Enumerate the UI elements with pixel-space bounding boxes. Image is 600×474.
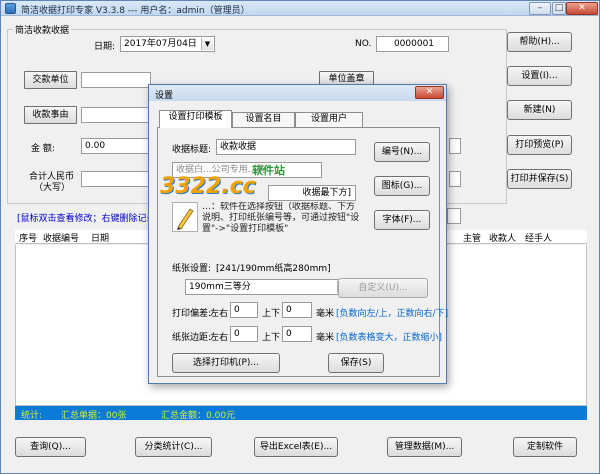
settings-button[interactable]: 设置(I)... <box>507 66 572 86</box>
offset-ud-input[interactable]: 0 <box>282 302 312 318</box>
receipt-title-input[interactable]: 收款收据 <box>216 139 356 155</box>
margin-label: 纸张边距: <box>172 333 212 343</box>
column-header[interactable]: 日期 <box>91 231 109 244</box>
total-amount: 汇总金额：0.00元 <box>161 411 236 421</box>
column-header[interactable]: 序号 <box>19 231 37 244</box>
maximize-button[interactable]: □ <box>552 2 566 15</box>
print-preview-button[interactable]: 打印预览(P) <box>507 135 572 155</box>
date-value: 2017年07月04日 <box>124 39 197 49</box>
date-label: 日期: <box>94 42 116 52</box>
help-button[interactable]: 帮助(H)... <box>507 32 572 52</box>
status-bar: 统计: 汇总单据：00张 汇总金额：0.00元 <box>15 406 587 421</box>
settings-dialog: 设置 ✕ 设置打印模板 设置名目 设置用户 收据标题: 收款收据 编号(N)..… <box>148 84 449 384</box>
column-header[interactable]: 主管 <box>463 231 481 244</box>
close-button[interactable]: ✕ <box>566 2 598 15</box>
payer-button[interactable]: 交款单位 <box>24 71 77 89</box>
column-header[interactable]: 收款人 <box>489 231 516 244</box>
app-icon <box>5 3 16 14</box>
dialog-close-button[interactable]: ✕ <box>415 86 444 99</box>
minimize-button[interactable]: – <box>529 2 551 15</box>
query-button[interactable]: 查询(Q)... <box>15 437 86 457</box>
right-field-2[interactable] <box>449 171 461 187</box>
bottom-text-field[interactable]: 收据最下方] <box>268 185 356 201</box>
amount-label: 金 额: <box>31 144 55 154</box>
new-button[interactable]: 新建(N) <box>507 100 572 120</box>
filter-dropdown[interactable] <box>447 208 461 224</box>
title-bar[interactable]: 简洁收据打印专家 V3.3.8 --- 用户名：admin（管理员） – □ ✕ <box>1 1 599 16</box>
font-button[interactable]: 字体(F)... <box>374 210 430 230</box>
reason-button[interactable]: 收款事由 <box>24 106 77 124</box>
rmb-label-line2: （大写） <box>34 183 71 193</box>
offset-ud-label: 上下 <box>262 309 281 319</box>
export-excel-button[interactable]: 导出Excel表(E)... <box>254 437 338 457</box>
margin-lr-input[interactable]: 0 <box>230 326 258 342</box>
margin-ud-input[interactable]: 0 <box>282 326 312 342</box>
print-offset-label: 打印偏差: <box>172 309 212 319</box>
receipt-group-title: 简洁收款收据 <box>13 23 72 36</box>
watermark-logo: 3322.cc <box>160 174 256 199</box>
payer-input[interactable] <box>81 72 151 88</box>
custom-button[interactable]: 自定义(U)... <box>338 278 428 298</box>
stats-label: 统计: <box>21 411 43 421</box>
icon-button[interactable]: 图标(G)... <box>374 176 430 196</box>
total-count: 汇总单据：00张 <box>61 411 127 421</box>
save-button[interactable]: 保存(S) <box>328 353 384 373</box>
template-note: …：软件在选择按钮（收据标题、下方说明、打印纸张编号等，可通过按钮"设置"->"… <box>202 202 360 234</box>
select-printer-button[interactable]: 选择打印机(P)... <box>172 353 280 373</box>
watermark-subtitle: 软件站 <box>252 164 285 177</box>
tab-set-users[interactable]: 设置用户 <box>295 112 363 127</box>
margin-lr-label: 左右 <box>210 333 229 343</box>
paper-size-select[interactable]: 190mm三等分 ▼ <box>185 279 351 295</box>
offset-lr-label: 左右 <box>210 309 229 319</box>
manage-data-button[interactable]: 管理数据(M)... <box>387 437 462 457</box>
right-field-1[interactable] <box>449 138 461 154</box>
receipt-number-field[interactable]: 0000001 <box>376 36 449 52</box>
window-title: 简洁收据打印专家 V3.3.8 --- 用户名：admin（管理员） <box>21 6 250 16</box>
chevron-down-icon[interactable]: ▼ <box>201 38 213 50</box>
dialog-title-bar[interactable]: 设置 ✕ <box>149 85 446 101</box>
margin-hint: [负数表格变大，正数缩小] <box>336 333 443 343</box>
tab-print-template[interactable]: 设置打印模板 <box>159 110 232 128</box>
rmb-uppercase-field[interactable] <box>81 171 151 187</box>
date-picker[interactable]: 2017年07月04日 ▼ <box>120 36 215 52</box>
receipt-title-label: 收据标题: <box>172 145 212 155</box>
dialog-title: 设置 <box>155 91 174 101</box>
offset-hint: [负数向左/上，正数向右/下] <box>336 309 449 319</box>
reason-input[interactable] <box>81 107 151 123</box>
column-header[interactable]: 经手人 <box>525 231 552 244</box>
print-save-button[interactable]: 打印并保存(S) <box>507 169 572 189</box>
margin-unit-label: 毫米 <box>316 333 335 343</box>
hint-text: [鼠标双击查看修改；右键删除记录 <box>17 214 156 224</box>
site-watermark: 3322.cc 软件站 <box>160 162 285 206</box>
column-header[interactable]: 收据编号 <box>43 231 79 244</box>
paper-size-value: 190mm三等分 <box>189 282 251 292</box>
customize-button[interactable]: 定制软件 <box>513 437 577 457</box>
offset-unit-label: 毫米 <box>316 309 335 319</box>
no-label: NO. <box>355 39 372 49</box>
classify-stats-button[interactable]: 分类统计(C)... <box>135 437 212 457</box>
amount-input[interactable]: 0.00 <box>81 138 151 154</box>
margin-ud-label: 上下 <box>262 333 281 343</box>
number-button[interactable]: 编号(N)... <box>374 142 430 162</box>
paper-settings-value: [241/190mm纸高280mm] <box>216 264 331 274</box>
tab-set-items[interactable]: 设置名目 <box>232 112 295 127</box>
offset-lr-input[interactable]: 0 <box>230 302 258 318</box>
paper-settings-label: 纸张设置: <box>172 264 212 274</box>
pen-icon <box>172 202 198 232</box>
